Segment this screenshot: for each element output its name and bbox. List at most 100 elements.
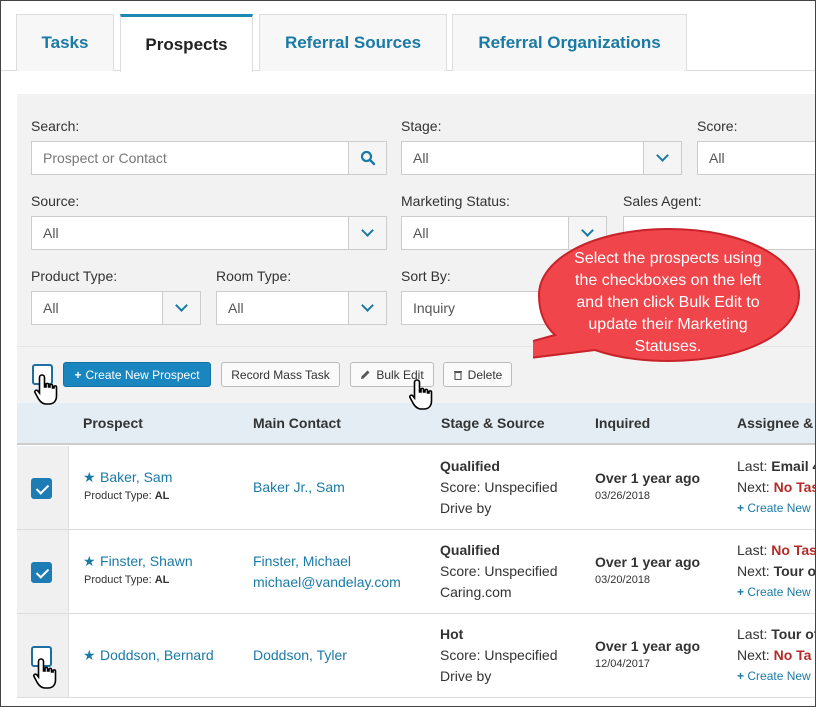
inquired-text: Over 1 year ago: [595, 554, 701, 570]
row-checkbox[interactable]: [31, 478, 52, 499]
tab-referral-organizations[interactable]: Referral Organizations: [452, 14, 687, 71]
next-value: No Tas: [773, 479, 816, 495]
plus-icon: +: [737, 501, 745, 515]
room-type-select[interactable]: All: [216, 291, 387, 325]
inquired-date: 12/04/2017: [595, 658, 651, 670]
last-activity: Last: No Tas: [737, 542, 816, 558]
next-caption: Next:: [737, 647, 770, 663]
last-caption: Last:: [737, 458, 768, 474]
plus-icon: +: [74, 367, 82, 382]
plus-icon: +: [737, 585, 745, 599]
stage-label: Stage:: [401, 118, 442, 134]
score-select[interactable]: All: [697, 141, 815, 175]
product-type-select[interactable]: All: [31, 291, 201, 325]
source-label: Source:: [31, 193, 80, 209]
inquired-date: 03/26/2018: [595, 490, 651, 502]
room-type-label: Room Type:: [216, 268, 292, 284]
product-type-value: All: [43, 300, 59, 316]
row-checkbox-cell: [17, 530, 69, 613]
row-checkbox[interactable]: [31, 562, 52, 583]
main-contact-email-link[interactable]: michael@vandelay.com: [253, 574, 401, 590]
prospect-name-link[interactable]: ★ Doddson, Bernard: [83, 647, 214, 665]
create-task-link[interactable]: + Create New: [737, 669, 811, 683]
source-select[interactable]: All: [31, 216, 387, 250]
product-type-dropdown-toggle[interactable]: [162, 292, 200, 324]
main-contact-link[interactable]: Finster, Michael: [253, 553, 351, 569]
hand-cursor-icon: [34, 374, 58, 405]
source-text: Caring.com: [440, 584, 512, 600]
source-dropdown-toggle[interactable]: [348, 217, 386, 249]
stage-value: All: [413, 150, 429, 166]
column-header-main-contact[interactable]: Main Contact: [253, 415, 341, 431]
prospect-name-link[interactable]: ★ Baker, Sam: [83, 469, 172, 487]
chevron-down-icon: [175, 299, 188, 312]
stage-select[interactable]: All: [401, 141, 682, 175]
row-checkbox-cell: [17, 446, 69, 529]
last-value: Email 4: [771, 458, 816, 474]
tab-referral-sources[interactable]: Referral Sources: [259, 14, 447, 71]
search-input[interactable]: Prospect or Contact: [31, 141, 387, 175]
room-type-value: All: [228, 300, 244, 316]
table-row: ★ Doddson, Bernard Doddson, Tyler Hot Sc…: [17, 614, 816, 698]
next-activity: Next: No Ta: [737, 647, 811, 663]
prospect-name: Doddson, Bernard: [100, 647, 214, 663]
create-new-prospect-button[interactable]: + Create New Prospect: [63, 362, 211, 387]
tab-tasks[interactable]: Tasks: [16, 14, 114, 71]
star-icon: ★: [83, 553, 96, 569]
product-type-caption: Product Type:: [84, 574, 152, 586]
column-header-assignee[interactable]: Assignee &: [737, 415, 813, 431]
search-label: Search:: [31, 118, 80, 134]
source-text: Drive by: [440, 668, 492, 684]
chevron-down-icon: [361, 224, 374, 237]
tab-prospects[interactable]: Prospects: [120, 14, 253, 72]
record-mass-task-button[interactable]: Record Mass Task: [221, 362, 340, 387]
create-new-prospect-label: Create New Prospect: [85, 367, 200, 382]
sort-by-value: Inquiry: [413, 300, 456, 316]
hand-cursor-icon: [33, 658, 57, 689]
last-caption: Last:: [737, 542, 768, 558]
create-task-label: Create New: [747, 501, 811, 515]
score-value: All: [709, 150, 725, 166]
main-contact-link[interactable]: Doddson, Tyler: [253, 647, 347, 663]
next-value: Tour o: [773, 563, 816, 579]
inquired-text: Over 1 year ago: [595, 470, 701, 486]
sort-by-label: Sort By:: [401, 268, 451, 284]
next-caption: Next:: [737, 479, 770, 495]
column-header-stage-source[interactable]: Stage & Source: [441, 415, 544, 431]
prospect-name-link[interactable]: ★ Finster, Shawn: [83, 553, 193, 571]
next-caption: Next:: [737, 563, 770, 579]
create-task-label: Create New: [747, 669, 811, 683]
last-value: No Tas: [771, 542, 816, 558]
delete-button[interactable]: Delete: [443, 362, 512, 387]
stage-dropdown-toggle[interactable]: [643, 142, 681, 174]
stage-text: Qualified: [440, 542, 500, 558]
create-task-link[interactable]: + Create New: [737, 501, 811, 515]
product-type-label: Product Type:: [31, 268, 118, 284]
star-icon: ★: [83, 647, 96, 663]
search-button[interactable]: [348, 142, 386, 174]
product-type-value: AL: [154, 490, 170, 502]
create-task-link[interactable]: + Create New: [737, 585, 811, 599]
pencil-icon: [361, 370, 370, 379]
last-activity: Last: Tour of: [737, 626, 816, 642]
create-task-label: Create New: [747, 585, 811, 599]
chevron-down-icon: [656, 149, 669, 162]
score-text: Score: Unspecified: [440, 647, 558, 663]
table-row: ★ Baker, Sam Product Type: AL Baker Jr.,…: [17, 446, 816, 530]
product-type-caption: Product Type:: [84, 490, 152, 502]
column-header-prospect[interactable]: Prospect: [83, 415, 143, 431]
search-placeholder: Prospect or Contact: [43, 150, 167, 166]
last-value: Tour of: [771, 626, 816, 642]
room-type-dropdown-toggle[interactable]: [348, 292, 386, 324]
main-contact-link[interactable]: Baker Jr., Sam: [253, 479, 345, 495]
record-mass-task-label: Record Mass Task: [231, 367, 330, 382]
last-caption: Last:: [737, 626, 768, 642]
stage-text: Hot: [440, 626, 464, 642]
hand-cursor-icon: [409, 379, 433, 410]
plus-icon: +: [737, 669, 745, 683]
prospect-name: Finster, Shawn: [100, 553, 193, 569]
stage-text: Qualified: [440, 458, 500, 474]
table-row: ★ Finster, Shawn Product Type: AL Finste…: [17, 530, 816, 614]
column-header-inquired[interactable]: Inquired: [595, 415, 650, 431]
marketing-status-label: Marketing Status:: [401, 193, 510, 209]
